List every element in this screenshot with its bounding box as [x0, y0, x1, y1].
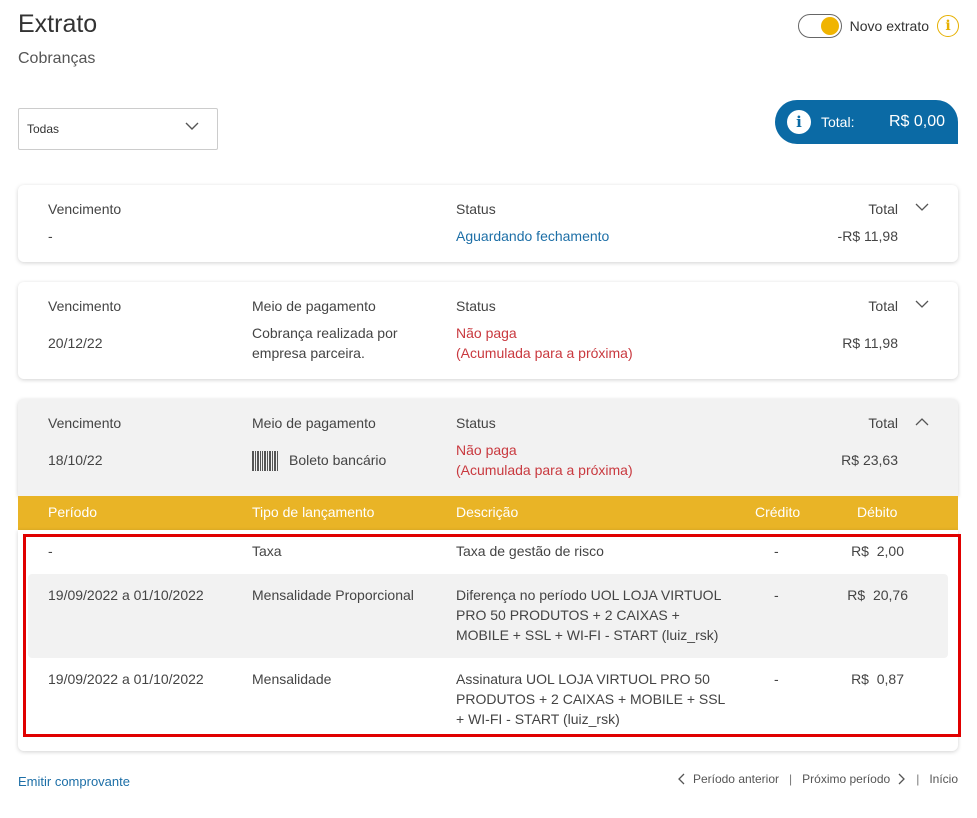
filter-select-value: Todas	[27, 122, 60, 136]
meio-value: Boleto bancário	[252, 450, 387, 472]
meio-label: Meio de pagamento	[252, 415, 376, 431]
vencimento-value: 18/10/22	[48, 452, 103, 468]
chevron-left-icon[interactable]	[677, 773, 685, 785]
proximo-periodo-link[interactable]: Próximo período	[802, 772, 890, 786]
details-table-header: Período Tipo de lançamento Descrição Cré…	[18, 496, 958, 530]
billing-card[interactable]: Vencimento 20/12/22 Meio de pagamento Co…	[18, 282, 958, 379]
status-note: (Acumulada para a próxima)	[456, 462, 633, 478]
col-tipo: Tipo de lançamento	[252, 504, 375, 520]
status-label: Status	[456, 415, 496, 431]
meio-label: Meio de pagamento	[252, 298, 376, 314]
novo-extrato-toggle-group: Novo extrato i	[797, 14, 959, 38]
inicio-link[interactable]: Início	[929, 772, 958, 786]
barcode-icon	[252, 451, 279, 472]
info-icon[interactable]: i	[787, 110, 811, 134]
page-title: Extrato	[18, 10, 98, 38]
vencimento-label: Vencimento	[48, 201, 122, 217]
chevron-down-icon	[185, 122, 199, 130]
vencimento-value: 20/12/22	[48, 335, 103, 351]
highlight-box	[23, 534, 961, 737]
total-value: R$ 23,63	[841, 452, 898, 468]
col-periodo: Período	[48, 504, 98, 520]
status-value: Aguardando fechamento	[456, 228, 610, 244]
page-subtitle: Cobranças	[18, 50, 96, 67]
total-value: R$ 0,00	[888, 113, 945, 130]
meio-value-line2: empresa parceira.	[252, 345, 365, 361]
chevron-up-icon[interactable]	[915, 417, 929, 426]
periodo-anterior-link[interactable]: Período anterior	[693, 772, 779, 786]
novo-extrato-toggle[interactable]	[797, 14, 842, 38]
chevron-down-icon[interactable]	[915, 203, 929, 212]
total-label: Total	[868, 298, 898, 314]
meio-value-text: Boleto bancário	[289, 452, 387, 468]
meio-value-line1: Cobrança realizada por	[252, 325, 398, 341]
billing-card-expanded[interactable]: Vencimento 18/10/22 Meio de pagamento Bo…	[18, 399, 958, 496]
emitir-comprovante-link[interactable]: Emitir comprovante	[18, 774, 130, 789]
period-pager: Período anterior | Próximo período | Iní…	[669, 772, 958, 786]
col-descricao: Descrição	[456, 504, 519, 520]
status-value: Não paga	[456, 325, 517, 341]
status-value: Não paga	[456, 442, 517, 458]
vencimento-label: Vencimento	[48, 415, 122, 431]
chevron-right-icon[interactable]	[898, 773, 906, 785]
filter-select[interactable]: Todas	[18, 108, 218, 150]
chevron-down-icon[interactable]	[915, 300, 929, 309]
total-label: Total	[868, 201, 898, 217]
total-label: Total:	[821, 114, 855, 130]
col-debito: Débito	[857, 504, 898, 520]
total-summary: i Total: R$ 0,00	[775, 100, 958, 144]
toggle-knob	[820, 17, 839, 35]
status-note: (Acumulada para a próxima)	[456, 345, 633, 361]
toggle-label: Novo extrato	[849, 18, 929, 34]
separator: |	[789, 772, 793, 786]
vencimento-value: -	[48, 228, 53, 244]
status-label: Status	[456, 201, 496, 217]
col-credito: Crédito	[755, 504, 801, 520]
total-value: -R$ 11,98	[837, 228, 898, 244]
total-label: Total	[868, 415, 898, 431]
status-label: Status	[456, 298, 496, 314]
info-icon[interactable]: i	[937, 15, 959, 37]
vencimento-label: Vencimento	[48, 298, 122, 314]
billing-card[interactable]: Vencimento - Status Aguardando fechament…	[18, 185, 958, 262]
total-value: R$ 11,98	[842, 335, 898, 351]
separator: |	[916, 772, 920, 786]
